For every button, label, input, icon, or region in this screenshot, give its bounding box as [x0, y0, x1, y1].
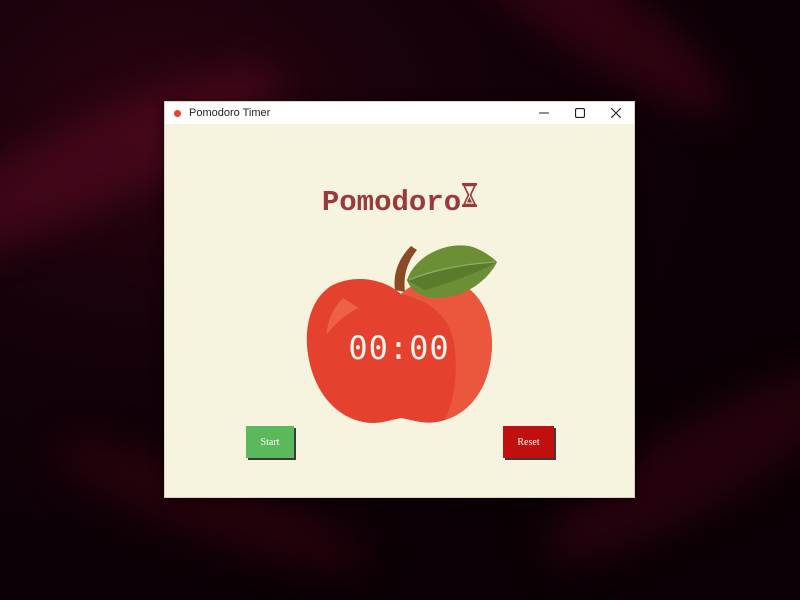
window-title: Pomodoro Timer: [189, 107, 271, 119]
heading-text: Pomodoro: [321, 186, 462, 220]
app-window: Pomodoro Timer Pomodoro 00:00 Start Rese…: [164, 101, 635, 498]
window-controls: [526, 102, 634, 124]
minimize-button[interactable]: [526, 102, 562, 124]
app-icon: [174, 109, 181, 117]
close-button[interactable]: [598, 102, 634, 124]
maximize-icon: [575, 108, 585, 118]
title-bar[interactable]: Pomodoro Timer: [165, 102, 634, 124]
reset-button[interactable]: Reset: [503, 426, 554, 458]
desktop-background: Pomodoro Timer Pomodoro 00:00 Start Rese…: [0, 0, 800, 600]
app-content: Pomodoro 00:00 Start Reset: [165, 124, 634, 499]
close-icon: [611, 108, 621, 118]
timer-display: 00:00: [348, 329, 450, 367]
minimize-icon: [539, 112, 549, 114]
hourglass-icon: [462, 183, 478, 216]
page-title: Pomodoro: [165, 183, 634, 220]
start-button[interactable]: Start: [246, 426, 294, 458]
maximize-button[interactable]: [562, 102, 598, 124]
